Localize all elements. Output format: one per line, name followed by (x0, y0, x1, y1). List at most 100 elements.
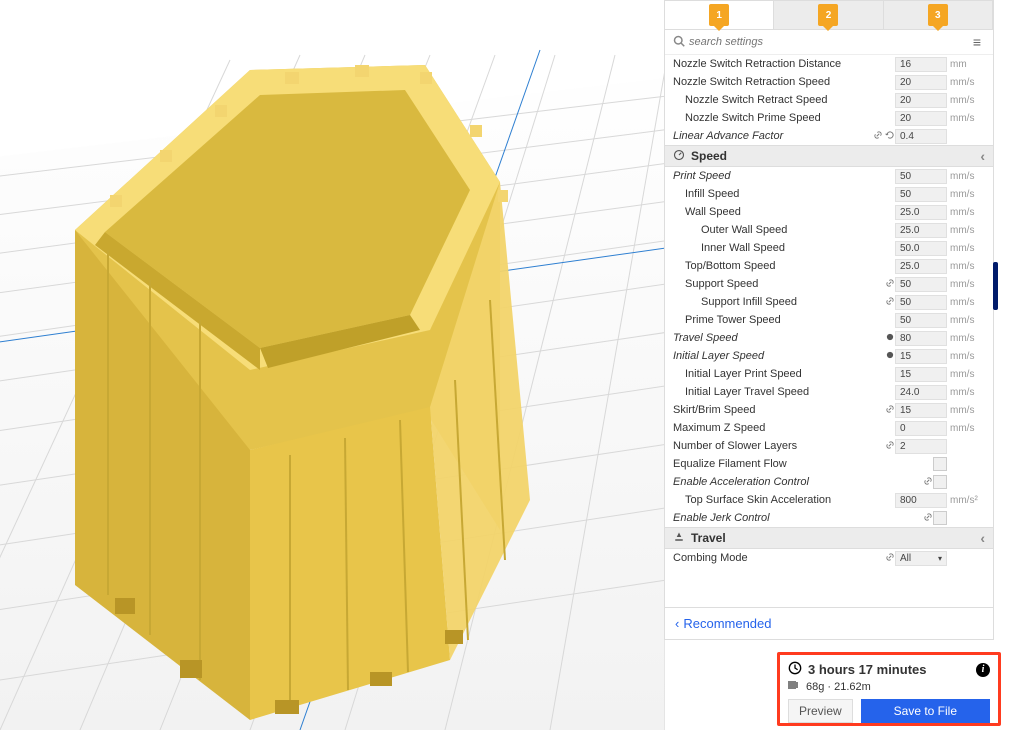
settings-scroll[interactable]: Nozzle Switch Retraction DistancemmNozzl… (665, 55, 993, 607)
setting-unit: mm/s (947, 189, 985, 200)
setting-value-input[interactable] (895, 169, 947, 184)
setting-value-input[interactable] (895, 493, 947, 508)
setting-label: Number of Slower Layers (673, 440, 885, 452)
link-icon[interactable] (873, 130, 883, 143)
filament-icon (788, 680, 802, 693)
section-speed[interactable]: Speed‹ (665, 145, 993, 167)
setting-unit: mm/s (947, 351, 985, 362)
circle-icon[interactable] (885, 350, 895, 363)
reset-icon[interactable] (885, 130, 895, 143)
setting-row: Nozzle Switch Prime Speedmm/s (665, 109, 993, 127)
settings-menu-icon[interactable]: ≡ (969, 34, 985, 50)
checkbox[interactable] (933, 511, 947, 525)
setting-value-input[interactable] (895, 187, 947, 202)
setting-row: Number of Slower Layers (665, 437, 993, 455)
setting-value-input[interactable] (895, 367, 947, 382)
checkbox[interactable] (933, 457, 947, 471)
setting-row: Maximum Z Speedmm/s (665, 419, 993, 437)
link-icon[interactable] (923, 512, 933, 525)
setting-unit: mm/s (947, 333, 985, 344)
setting-unit: mm/s (947, 207, 985, 218)
circle-icon[interactable] (885, 332, 895, 345)
link-icon[interactable] (923, 476, 933, 489)
setting-icons (923, 512, 933, 525)
scrollbar-thumb[interactable] (993, 262, 998, 310)
setting-value-input[interactable] (895, 295, 947, 310)
setting-value-input[interactable] (895, 57, 947, 72)
setting-unit: mm (947, 59, 985, 70)
setting-value-input[interactable] (895, 223, 947, 238)
setting-value-input[interactable] (895, 385, 947, 400)
setting-label: Prime Tower Speed (685, 314, 895, 326)
setting-value-input[interactable] (895, 277, 947, 292)
link-icon[interactable] (885, 404, 895, 417)
setting-row: Nozzle Switch Retraction Speedmm/s (665, 73, 993, 91)
setting-row: Inner Wall Speedmm/s (665, 239, 993, 257)
setting-label: Nozzle Switch Retraction Distance (673, 58, 895, 70)
setting-row: Enable Acceleration Control (665, 473, 993, 491)
chevron-left-icon: ‹ (980, 148, 985, 164)
extruder-tab-3[interactable]: 3 (884, 1, 993, 29)
setting-value-input[interactable] (895, 421, 947, 436)
section-title: Speed (691, 149, 980, 163)
viewport-3d[interactable] (0, 0, 665, 730)
setting-label: Top Surface Skin Acceleration (685, 494, 895, 506)
setting-row: Wall Speed mm/s (665, 203, 993, 221)
section-travel[interactable]: Travel‹ (665, 527, 993, 549)
speed-icon (673, 149, 685, 164)
setting-row: Nozzle Switch Retract Speedmm/s (665, 91, 993, 109)
section-title: Travel (691, 531, 980, 545)
save-to-file-button[interactable]: Save to File (861, 699, 990, 723)
setting-unit: mm/s (947, 315, 985, 326)
setting-value-input[interactable] (895, 403, 947, 418)
recommended-label: Recommended (683, 616, 771, 631)
setting-label: Wall Speed (685, 206, 895, 218)
extruder-tab-1[interactable]: 1 (665, 1, 774, 29)
info-icon[interactable]: i (976, 663, 990, 677)
extruder-tab-2[interactable]: 2 (774, 1, 883, 29)
setting-unit: mm/s (947, 261, 985, 272)
link-icon[interactable] (885, 552, 895, 565)
setting-label: Initial Layer Speed (673, 350, 885, 362)
link-icon[interactable] (885, 278, 895, 291)
setting-unit: mm/s (947, 387, 985, 398)
setting-row: Outer Wall Speedmm/s (665, 221, 993, 239)
setting-value-input[interactable] (895, 313, 947, 328)
setting-value-input[interactable] (895, 439, 947, 454)
setting-value-input[interactable] (895, 241, 947, 256)
setting-value-input[interactable] (895, 349, 947, 364)
setting-row: Infill Speedmm/s (665, 185, 993, 203)
link-icon[interactable] (885, 440, 895, 453)
setting-label: Outer Wall Speed (701, 224, 895, 236)
setting-label: Enable Acceleration Control (673, 476, 923, 488)
setting-icons (885, 440, 895, 453)
link-icon[interactable] (885, 296, 895, 309)
setting-label: Linear Advance Factor (673, 130, 873, 142)
setting-value-input[interactable] (895, 129, 947, 144)
material-usage: 68g · 21.62m (806, 681, 871, 693)
setting-icons (885, 278, 895, 291)
setting-icons (873, 130, 895, 143)
travel-icon (673, 531, 685, 546)
setting-unit: mm/s (947, 297, 985, 308)
setting-icons (885, 552, 895, 565)
setting-unit: mm/s (947, 171, 985, 182)
setting-unit: mm/s (947, 113, 985, 124)
setting-value-input[interactable] (895, 75, 947, 90)
setting-value-input[interactable] (895, 93, 947, 108)
setting-value-input[interactable] (895, 205, 947, 220)
checkbox[interactable] (933, 475, 947, 489)
search-input[interactable] (689, 36, 969, 48)
setting-row: Nozzle Switch Retraction Distance mm (665, 55, 993, 73)
setting-icons (885, 332, 895, 345)
build-plate-grid (0, 0, 665, 730)
combing-dropdown[interactable]: All▾ (895, 551, 947, 566)
preview-button[interactable]: Preview (788, 699, 853, 723)
setting-value-input[interactable] (895, 259, 947, 274)
setting-row: Initial Layer Travel Speedmm/s (665, 383, 993, 401)
setting-unit: mm/s (947, 405, 985, 416)
setting-value-input[interactable] (895, 331, 947, 346)
setting-value-input[interactable] (895, 111, 947, 126)
setting-label: Nozzle Switch Retract Speed (685, 94, 895, 106)
recommended-link[interactable]: ‹ Recommended (665, 607, 993, 639)
